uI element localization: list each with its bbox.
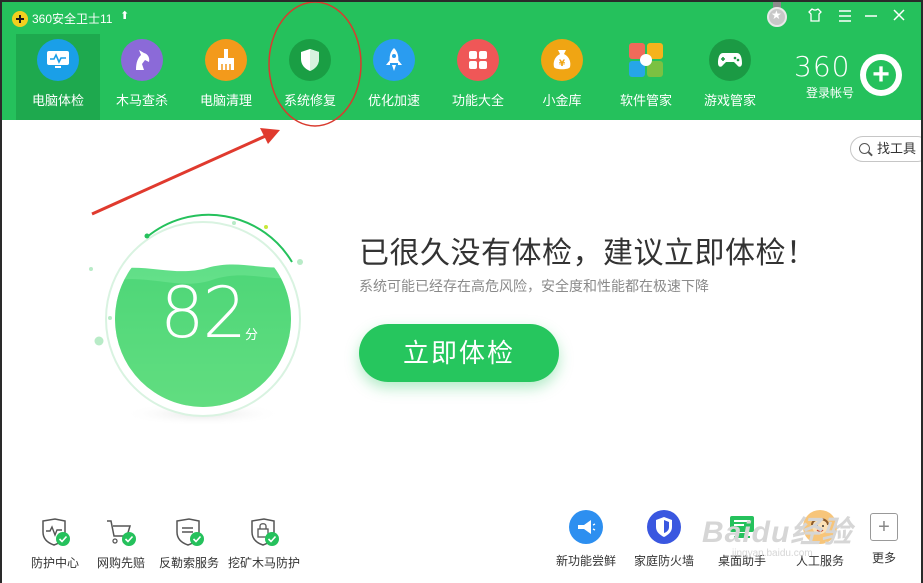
tool-label: 新功能尝鲜 bbox=[555, 554, 616, 568]
cart-icon bbox=[105, 518, 137, 548]
tool-more[interactable]: + 更多 bbox=[859, 510, 909, 569]
tool-new-features[interactable]: 新功能尝鲜 bbox=[547, 510, 625, 569]
lock-shield-icon bbox=[248, 518, 280, 548]
protection-center[interactable]: 防护中心 bbox=[22, 518, 88, 571]
watermark: Baidu经验 bbox=[702, 516, 853, 549]
protection-label: 反勒索服务 bbox=[158, 556, 219, 570]
check-now-button[interactable]: 立即体检 bbox=[359, 324, 559, 382]
watermark-url: jingyan.baidu.com bbox=[732, 548, 813, 559]
protection-shopping[interactable]: 网购先赔 bbox=[88, 518, 154, 571]
app-window: 360安全卫士11 ⬆ 电脑体检 bbox=[2, 2, 921, 583]
subline: 系统可能已经存在高危风险，安全度和性能都在极速下降 bbox=[359, 278, 709, 294]
protection-mining-trojan[interactable]: 挖矿木马防护 bbox=[224, 518, 304, 571]
heartbeat-shield-icon bbox=[39, 518, 71, 548]
tool-label: 更多 bbox=[871, 551, 896, 565]
score-value: 82 bbox=[160, 272, 247, 354]
protection-ransomware[interactable]: 反勒索服务 bbox=[154, 518, 224, 571]
megaphone-icon bbox=[569, 510, 603, 544]
firewall-icon bbox=[647, 510, 681, 544]
score-unit: 分 bbox=[245, 327, 259, 342]
headline: 已很久没有体检，建议立即体检！ bbox=[359, 236, 817, 271]
protection-label: 网购先赔 bbox=[96, 556, 145, 570]
tool-home-firewall[interactable]: 家庭防火墙 bbox=[625, 510, 703, 569]
plus-icon: + bbox=[870, 513, 898, 541]
protection-label: 防护中心 bbox=[30, 556, 79, 570]
tool-label: 家庭防火墙 bbox=[633, 554, 694, 568]
shield-doc-icon bbox=[173, 518, 205, 548]
protection-bar: 防护中心 网购先赔 反勒索服务 挖矿木马防护 bbox=[22, 518, 304, 571]
protection-label: 挖矿木马防护 bbox=[227, 556, 300, 570]
